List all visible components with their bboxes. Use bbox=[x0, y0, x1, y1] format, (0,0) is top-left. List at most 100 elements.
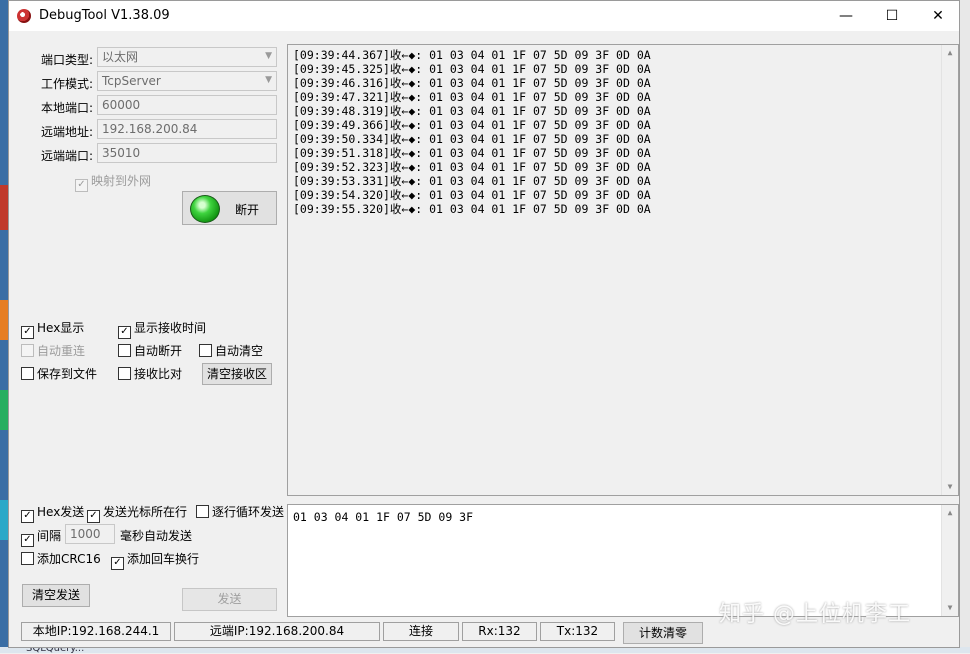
scroll-up-icon[interactable]: ▲ bbox=[942, 45, 958, 61]
scroll-up-icon[interactable]: ▲ bbox=[942, 505, 958, 521]
maximize-button[interactable]: ☐ bbox=[869, 1, 915, 31]
auto-reconnect-checkbox[interactable]: 自动重连 bbox=[21, 342, 85, 359]
auto-reconnect-label: 自动重连 bbox=[37, 344, 86, 358]
loop-lines-label: 逐行循环发送 bbox=[212, 505, 285, 519]
disconnect-button-label: 断开 bbox=[235, 203, 260, 217]
checkbox-box: ✓ bbox=[21, 534, 34, 547]
recv-log: [09:39:44.367]收←◆: 01 03 04 01 1F 07 5D … bbox=[293, 48, 651, 216]
remote-port-label: 远端端口: bbox=[41, 149, 94, 163]
checkbox-box bbox=[21, 344, 34, 357]
clear-recv-button[interactable]: 清空接收区 bbox=[202, 363, 272, 385]
auto-clear-label: 自动清空 bbox=[215, 344, 264, 358]
recv-line: [09:39:53.331]收←◆: 01 03 04 01 1F 07 5D … bbox=[293, 174, 651, 188]
debugtool-window: DebugTool V1.38.09 — ☐ ✕ 端口类型: 以太网 ▼ 工作模… bbox=[8, 0, 960, 648]
recv-line: [09:39:45.325]收←◆: 01 03 04 01 1F 07 5D … bbox=[293, 62, 651, 76]
loop-lines-checkbox[interactable]: 逐行循环发送 bbox=[196, 503, 284, 520]
work-mode-select[interactable]: TcpServer ▼ bbox=[97, 71, 277, 91]
recv-line: [09:39:54.320]收←◆: 01 03 04 01 1F 07 5D … bbox=[293, 188, 651, 202]
save-to-file-label: 保存到文件 bbox=[37, 367, 98, 381]
interval-field[interactable]: 1000 bbox=[65, 524, 115, 544]
hex-send-label: Hex发送 bbox=[37, 505, 85, 519]
send-text: 01 03 04 01 1F 07 5D 09 3F bbox=[293, 510, 474, 524]
recv-scrollbar[interactable]: ▲ ▼ bbox=[941, 45, 958, 495]
send-button[interactable]: 发送 bbox=[182, 588, 277, 611]
add-crc16-checkbox[interactable]: 添加CRC16 bbox=[21, 550, 101, 567]
recv-line: [09:39:48.319]收←◆: 01 03 04 01 1F 07 5D … bbox=[293, 104, 651, 118]
work-mode-value: TcpServer bbox=[102, 74, 161, 88]
map-external-label: 映射到外网 bbox=[91, 174, 152, 188]
status-rx: Rx:132 bbox=[462, 622, 537, 641]
port-type-select[interactable]: 以太网 ▼ bbox=[97, 47, 277, 67]
desktop-left-strip bbox=[0, 0, 8, 653]
recv-line: [09:39:52.323]收←◆: 01 03 04 01 1F 07 5D … bbox=[293, 160, 651, 174]
status-local-ip: 本地IP:192.168.244.1 bbox=[21, 622, 171, 641]
status-remote-ip: 远端IP:192.168.200.84 bbox=[174, 622, 380, 641]
checkbox-box bbox=[196, 505, 209, 518]
checkbox-box: ✓ bbox=[75, 179, 88, 192]
title-bar: DebugTool V1.38.09 — ☐ ✕ bbox=[9, 1, 959, 31]
close-button[interactable]: ✕ bbox=[915, 1, 961, 31]
recv-line: [09:39:51.318]收←◆: 01 03 04 01 1F 07 5D … bbox=[293, 146, 651, 160]
map-external-checkbox[interactable]: ✓ 映射到外网 bbox=[75, 172, 151, 192]
checkbox-box bbox=[118, 367, 131, 380]
remote-addr-field[interactable]: 192.168.200.84 bbox=[97, 119, 277, 139]
watermark-text: 知乎 @上位机李工 bbox=[719, 602, 911, 627]
scroll-down-icon[interactable]: ▼ bbox=[942, 600, 958, 616]
local-port-field[interactable]: 60000 bbox=[97, 95, 277, 115]
port-type-label: 端口类型: bbox=[41, 53, 94, 67]
work-mode-label: 工作模式: bbox=[41, 77, 94, 91]
auto-disconnect-label: 自动断开 bbox=[134, 344, 183, 358]
checkbox-box: ✓ bbox=[87, 510, 100, 523]
recv-area[interactable]: [09:39:44.367]收←◆: 01 03 04 01 1F 07 5D … bbox=[287, 44, 959, 496]
recv-line: [09:39:49.366]收←◆: 01 03 04 01 1F 07 5D … bbox=[293, 118, 651, 132]
local-port-label: 本地端口: bbox=[41, 101, 94, 115]
send-cursor-line-label: 发送光标所在行 bbox=[103, 505, 188, 519]
interval-checkbox[interactable]: ✓ 间隔 bbox=[21, 527, 61, 547]
recv-line: [09:39:46.316]收←◆: 01 03 04 01 1F 07 5D … bbox=[293, 76, 651, 90]
send-scrollbar[interactable]: ▲ ▼ bbox=[941, 505, 958, 616]
remote-port-field[interactable]: 35010 bbox=[97, 143, 277, 163]
window-title: DebugTool V1.38.09 bbox=[39, 8, 170, 23]
checkbox-box: ✓ bbox=[21, 510, 34, 523]
port-type-value: 以太网 bbox=[102, 50, 139, 64]
checkbox-box bbox=[21, 367, 34, 380]
disconnect-button[interactable]: 断开 bbox=[182, 191, 277, 225]
ms-auto-send-label: 毫秒自动发送 bbox=[120, 529, 193, 543]
checkbox-box: ✓ bbox=[118, 326, 131, 339]
app-icon bbox=[17, 9, 31, 23]
hex-display-checkbox[interactable]: ✓ Hex显示 bbox=[21, 319, 84, 339]
save-to-file-checkbox[interactable]: 保存到文件 bbox=[21, 365, 97, 382]
checkbox-box bbox=[118, 344, 131, 357]
add-crlf-label: 添加回车换行 bbox=[127, 552, 200, 566]
recv-line: [09:39:44.367]收←◆: 01 03 04 01 1F 07 5D … bbox=[293, 48, 651, 62]
recv-line: [09:39:50.334]收←◆: 01 03 04 01 1F 07 5D … bbox=[293, 132, 651, 146]
hex-send-checkbox[interactable]: ✓ Hex发送 bbox=[21, 503, 84, 523]
show-recv-time-label: 显示接收时间 bbox=[134, 321, 207, 335]
chevron-down-icon: ▼ bbox=[265, 51, 272, 61]
auto-disconnect-checkbox[interactable]: 自动断开 bbox=[118, 342, 182, 359]
status-connect: 连接 bbox=[383, 622, 459, 641]
desktop-right-strip bbox=[959, 0, 970, 653]
chevron-down-icon: ▼ bbox=[265, 75, 272, 85]
recv-line: [09:39:55.320]收←◆: 01 03 04 01 1F 07 5D … bbox=[293, 202, 651, 216]
recv-compare-checkbox[interactable]: 接收比对 bbox=[118, 365, 182, 382]
send-cursor-line-checkbox[interactable]: ✓ 发送光标所在行 bbox=[87, 503, 187, 523]
checkbox-box bbox=[21, 552, 34, 565]
connection-status-icon bbox=[190, 195, 220, 223]
add-crlf-checkbox[interactable]: ✓ 添加回车换行 bbox=[111, 550, 199, 570]
recv-compare-label: 接收比对 bbox=[134, 367, 183, 381]
reset-count-button[interactable]: 计数清零 bbox=[623, 622, 703, 644]
interval-label: 间隔 bbox=[37, 529, 62, 543]
scroll-down-icon[interactable]: ▼ bbox=[942, 479, 958, 495]
checkbox-box bbox=[199, 344, 212, 357]
checkbox-box: ✓ bbox=[111, 557, 124, 570]
minimize-button[interactable]: — bbox=[823, 1, 869, 31]
status-tx: Tx:132 bbox=[540, 622, 615, 641]
hex-display-label: Hex显示 bbox=[37, 321, 85, 335]
add-crc16-label: 添加CRC16 bbox=[37, 552, 101, 566]
clear-send-button[interactable]: 清空发送 bbox=[22, 584, 90, 607]
recv-line: [09:39:47.321]收←◆: 01 03 04 01 1F 07 5D … bbox=[293, 90, 651, 104]
remote-addr-label: 远端地址: bbox=[41, 125, 94, 139]
auto-clear-checkbox[interactable]: 自动清空 bbox=[199, 342, 263, 359]
show-recv-time-checkbox[interactable]: ✓ 显示接收时间 bbox=[118, 319, 206, 339]
